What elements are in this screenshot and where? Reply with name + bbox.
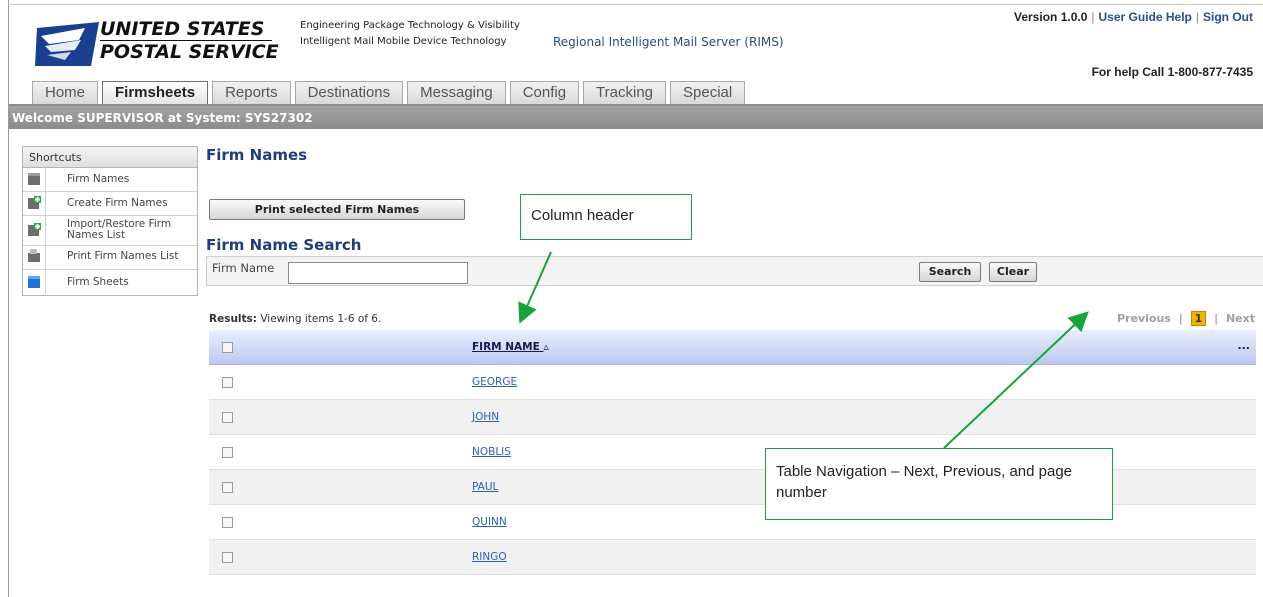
arrow-to-column-header xyxy=(518,251,552,324)
arrow-to-pager xyxy=(943,311,1089,449)
callout-arrows xyxy=(518,251,1089,449)
